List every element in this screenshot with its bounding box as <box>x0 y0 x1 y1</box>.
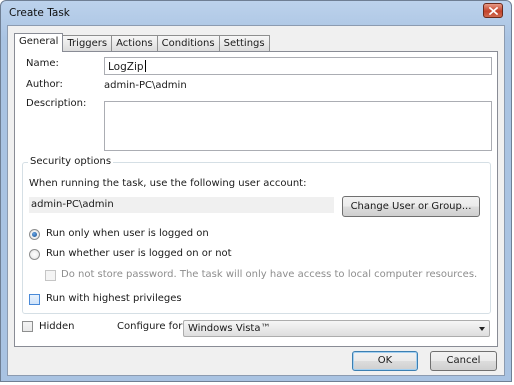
title-bar[interactable]: Create Task <box>1 1 511 25</box>
highest-privileges-checkbox[interactable] <box>29 294 40 305</box>
security-options-title: Security options <box>28 156 114 167</box>
window-title: Create Task <box>9 7 70 19</box>
name-value: LogZip <box>108 61 144 73</box>
text-caret <box>144 60 146 72</box>
run-whether-logged-on-radio[interactable] <box>29 249 40 260</box>
run-only-logged-on-radio[interactable] <box>29 229 40 240</box>
cancel-button[interactable]: Cancel <box>430 351 497 371</box>
configure-for-dropdown[interactable]: Windows Vista™ <box>183 320 490 337</box>
account-prompt: When running the task, use the following… <box>29 178 307 189</box>
description-field[interactable] <box>104 101 492 151</box>
change-user-or-group-button[interactable]: Change User or Group... <box>342 196 480 217</box>
chevron-down-icon <box>479 327 485 331</box>
do-not-store-password-label: Do not store password. The task will onl… <box>61 269 478 280</box>
tab-settings[interactable]: Settings <box>218 35 270 51</box>
description-label: Description: <box>26 98 87 109</box>
tab-conditions[interactable]: Conditions <box>156 35 220 51</box>
create-task-window: Create Task General Triggers Actions Con… <box>0 0 512 382</box>
tab-general[interactable]: General <box>14 33 64 52</box>
hidden-label[interactable]: Hidden <box>39 321 74 332</box>
user-account-field: admin-PC\admin <box>29 197 334 213</box>
run-whether-logged-on-label[interactable]: Run whether user is logged on or not <box>46 248 232 259</box>
name-label: Name: <box>26 58 59 69</box>
hidden-checkbox[interactable] <box>22 321 33 332</box>
general-tab-panel: Name: LogZip Author: admin-PC\admin Desc… <box>14 51 498 347</box>
author-value: admin-PC\admin <box>104 80 187 91</box>
security-options-group: Security options When running the task, … <box>22 156 491 314</box>
radio-selected-dot <box>32 232 37 237</box>
configure-for-label: Configure for: <box>117 321 186 332</box>
author-label: Author: <box>26 79 63 90</box>
tab-triggers[interactable]: Triggers <box>62 35 113 51</box>
close-icon <box>488 6 498 15</box>
close-button[interactable] <box>483 3 503 18</box>
tab-actions[interactable]: Actions <box>111 35 158 51</box>
name-field[interactable]: LogZip <box>104 57 492 75</box>
ok-button[interactable]: OK <box>352 351 418 371</box>
do-not-store-password-checkbox[interactable] <box>45 270 56 281</box>
run-only-logged-on-label[interactable]: Run only when user is logged on <box>46 228 209 239</box>
configure-for-value: Windows Vista™ <box>188 323 271 334</box>
highest-privileges-label[interactable]: Run with highest privileges <box>46 293 182 304</box>
tab-strip: General Triggers Actions Conditions Sett… <box>14 33 270 52</box>
